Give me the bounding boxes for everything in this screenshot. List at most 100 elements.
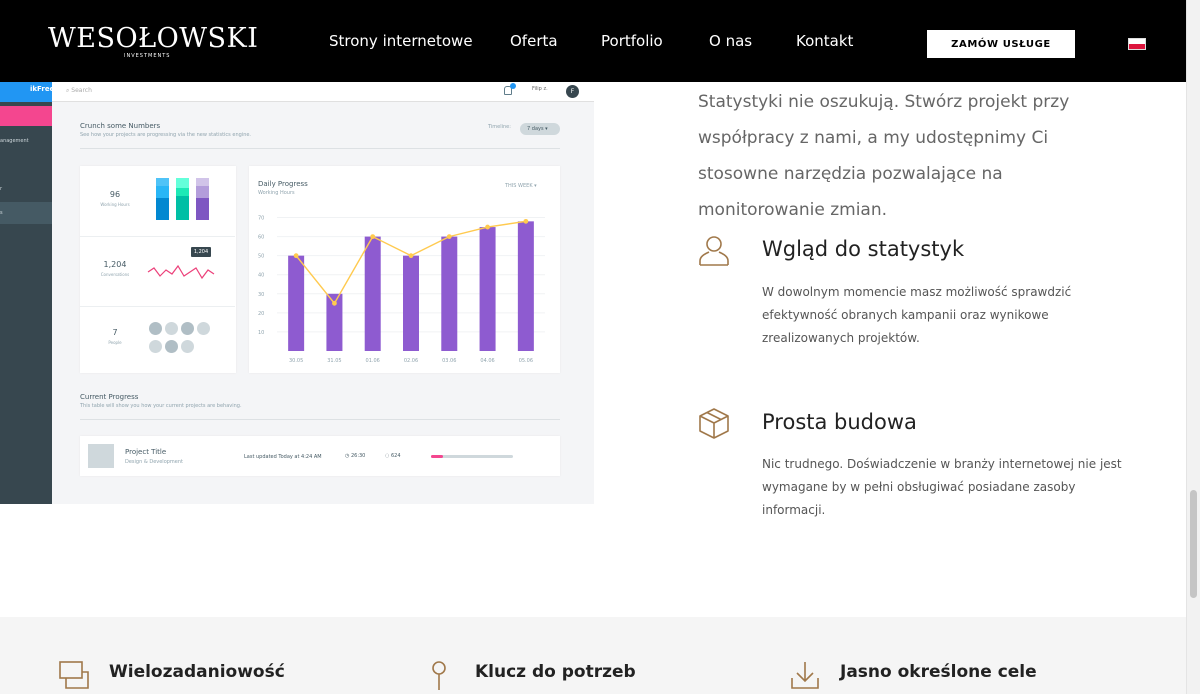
logo-subtitle: INVESTMENTS [124, 53, 171, 59]
mini-bar [156, 178, 169, 220]
current-progress-subtitle: This table will show you how your curren… [80, 403, 242, 409]
poland-flag-icon[interactable] [1128, 38, 1146, 50]
comments-stat: ◌ 624 [385, 453, 401, 459]
mockup-timeline-value: 7 days [527, 126, 544, 132]
bar [441, 236, 458, 351]
people-dot [165, 322, 178, 335]
x-tick-label: 03.06 [442, 358, 456, 364]
nav-oferta[interactable]: Oferta [510, 32, 558, 50]
current-progress-title: Current Progress [80, 393, 139, 401]
y-tick-label: 70 [258, 216, 264, 222]
last-updated: Last updated Today at 4:24 AM [244, 454, 322, 460]
scrollbar-thumb[interactable] [1190, 490, 1197, 598]
feature-desc-statystyki: W dowolnym momencie masz możliwość spraw… [762, 285, 1072, 345]
logo-text: WESOŁOWSKI [48, 23, 259, 54]
user-icon [699, 236, 729, 266]
mockup-search-text: Search [71, 87, 92, 94]
time-stat: ◷ 26:30 [345, 453, 366, 459]
divider [80, 306, 235, 307]
stat-label: Conversations [100, 272, 130, 277]
line-point [293, 253, 299, 259]
comments-stat-value: 624 [390, 453, 401, 459]
mockup-user-name: Filip z. [532, 86, 548, 92]
mockup-section-subtitle: See how your projects are progressing vi… [80, 132, 252, 138]
mini-bar [176, 178, 189, 220]
mockup-sidebar-item: r [0, 186, 3, 192]
mockup-sidebar [0, 82, 52, 504]
bar [403, 255, 419, 351]
people-dot [181, 340, 194, 353]
x-tick-label: 02.06 [404, 358, 418, 364]
mockup-topbar: ⌕ Search Filip z. F [52, 82, 594, 102]
week-filter-text: THIS WEEK [505, 183, 533, 189]
feature-title-statystyki: Wgląd do statystyk [762, 237, 965, 261]
people-dot [197, 322, 210, 335]
features-band [0, 617, 1186, 694]
intro-text: Statystyki nie oszukują. Stwórz projekt … [698, 92, 1070, 220]
mockup-stats-card: 96 Working Hours 1,204 Conversations 7 P… [80, 166, 236, 373]
time-stat-value: 26:30 [350, 453, 366, 459]
dashboard-mockup-image: ikFree anagement r s ⌕ Search Filip z. F… [0, 82, 594, 504]
site-header: WESOŁOWSKI INVESTMENTS Strony internetow… [0, 0, 1186, 82]
x-tick-label: 31.05 [327, 358, 341, 364]
feature-title-prosta-budowa: Prosta budowa [762, 410, 917, 434]
windows-icon [59, 661, 89, 689]
project-thumbnail [88, 444, 114, 468]
nav-kontakt[interactable]: Kontakt [796, 32, 853, 50]
y-tick-label: 40 [258, 273, 264, 279]
band-title-jasno-okreslone-cele: Jasno określone cele [840, 662, 1037, 682]
x-tick-label: 01.06 [366, 358, 380, 364]
sparkline-tooltip: 1,204 [191, 247, 211, 257]
project-subtitle: Design & Development [125, 459, 184, 465]
project-progress-fill [431, 455, 444, 458]
people-dot [165, 340, 178, 353]
feature-desc-prosta-budowa: Nic trudnego. Doświadczenie w branży int… [762, 457, 1122, 517]
nav-o-nas[interactable]: O nas [709, 32, 752, 50]
page-scrollbar[interactable] [1186, 0, 1200, 694]
mini-bar [196, 178, 209, 220]
mockup-timeline-label: Timeline: [488, 124, 511, 130]
project-progress-bar [431, 455, 513, 458]
people-dot [181, 322, 194, 335]
daily-progress-chart: 10 20 30 40 50 60 70 30.05 31.05 01.06 02.06 03.06 0… [258, 216, 545, 364]
notification-badge [510, 83, 516, 89]
x-tick-label: 04.06 [480, 358, 494, 364]
line-point [370, 234, 376, 239]
y-tick-label: 50 [258, 254, 264, 260]
y-tick-label: 10 [258, 330, 264, 336]
sparkline [147, 264, 215, 280]
line-point [485, 224, 490, 230]
x-tick-label: 05.06 [519, 358, 533, 364]
nav-strony-internetowe[interactable]: Strony internetowe [329, 32, 473, 50]
stat-label: People [108, 340, 122, 345]
x-tick-label: 30.05 [289, 358, 303, 364]
mockup-timeline-select: 7 days ▾ [520, 123, 560, 135]
y-tick-label: 30 [258, 292, 264, 298]
mockup-sidebar-item: s [0, 210, 3, 216]
mockup-sidebar-item: anagement [0, 138, 29, 144]
divider [80, 419, 560, 420]
box-icon [699, 408, 729, 439]
bar [364, 236, 381, 351]
download-icon [791, 662, 819, 689]
bar [479, 227, 496, 351]
mockup-brand: ikFree [0, 82, 54, 102]
stat-value: 7 [112, 328, 118, 337]
mockup-daily-progress-card: Daily Progress Working Hours 10 20 30 40 50 6… [249, 166, 560, 373]
week-filter: THIS WEEK ▾ [505, 183, 537, 189]
mockup-section-title: Crunch some Numbers [80, 122, 161, 130]
y-tick-label: 60 [258, 235, 264, 241]
line-point [332, 300, 337, 306]
logo[interactable]: WESOŁOWSKI INVESTMENTS [48, 23, 259, 60]
people-dot [149, 340, 162, 353]
avatar: F [566, 85, 579, 98]
band-title-wielozadaniowosc: Wielozadaniowość [109, 662, 285, 682]
y-tick-label: 20 [258, 311, 264, 317]
stat-label: Working Hours [100, 202, 130, 207]
divider [80, 148, 560, 149]
bar [517, 221, 534, 351]
order-service-button[interactable]: ZAMÓW USŁUGE [927, 30, 1075, 58]
bar [288, 255, 305, 351]
stat-value: 1,204 [103, 260, 127, 269]
nav-portfolio[interactable]: Portfolio [601, 32, 663, 50]
